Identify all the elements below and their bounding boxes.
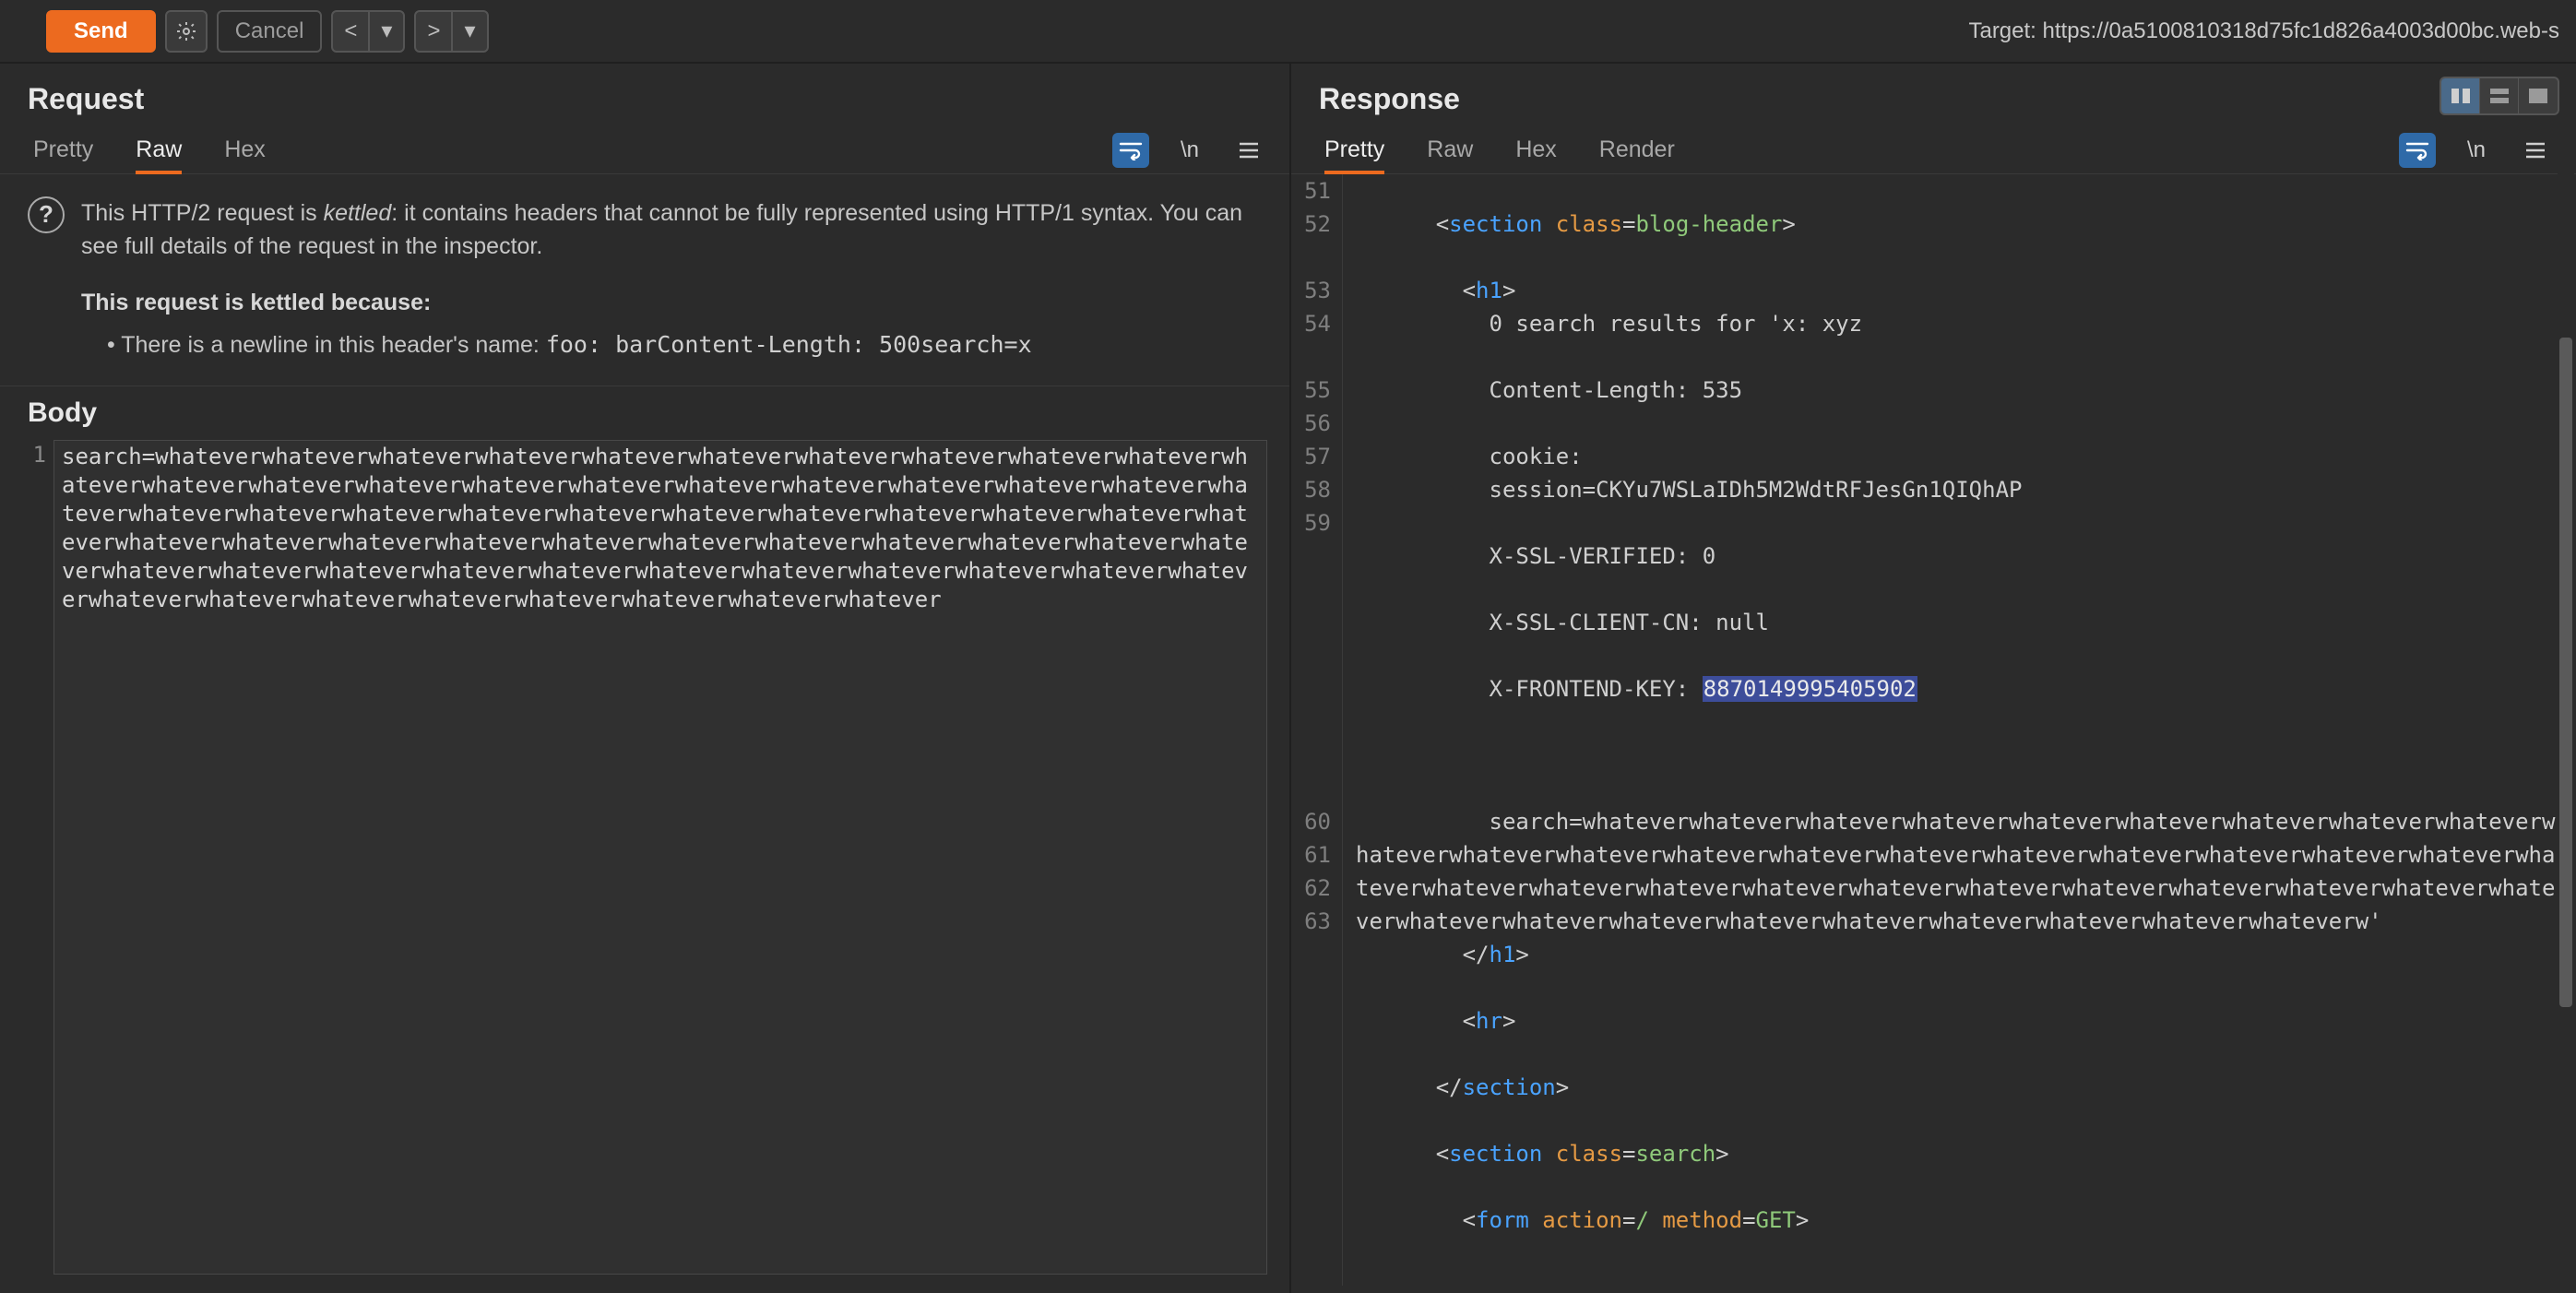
kettled-info-body: This HTTP/2 request is kettled: it conta… bbox=[81, 196, 1262, 362]
tab-raw[interactable]: Raw bbox=[1427, 126, 1473, 173]
layout-single-button[interactable] bbox=[2519, 78, 2558, 113]
caret-down-icon: ▾ bbox=[464, 18, 475, 44]
response-title: Response bbox=[1319, 82, 1460, 116]
wrap-icon bbox=[1119, 140, 1143, 160]
history-prev-button[interactable]: < bbox=[331, 10, 370, 53]
response-scrollbar[interactable] bbox=[2558, 171, 2574, 1286]
history-prev-group: < ▾ bbox=[331, 10, 405, 53]
tab-raw[interactable]: Raw bbox=[136, 126, 182, 173]
tab-pretty[interactable]: Pretty bbox=[33, 126, 93, 173]
target-label: Target: https://0a5100810318d75fc1d826a4… bbox=[1968, 18, 2559, 44]
request-menu-button[interactable] bbox=[1230, 133, 1267, 168]
tab-hex[interactable]: Hex bbox=[224, 126, 265, 173]
layout-rows-button[interactable] bbox=[2480, 78, 2519, 113]
request-pane: Request Pretty Raw Hex \n bbox=[0, 64, 1291, 1293]
gear-icon bbox=[175, 20, 197, 42]
body-editor: 1 search=whateverwhateverwhateverwhateve… bbox=[0, 440, 1289, 1293]
columns-icon bbox=[2451, 88, 2471, 104]
tab-pretty[interactable]: Pretty bbox=[1324, 126, 1384, 173]
layout-switcher bbox=[2439, 77, 2559, 115]
history-next-menu-button[interactable]: ▾ bbox=[451, 10, 488, 53]
app-root: Send Cancel < ▾ > ▾ Target: https://0a51… bbox=[0, 0, 2576, 1293]
body-title: Body bbox=[0, 386, 1289, 440]
settings-button[interactable] bbox=[165, 10, 208, 53]
kettled-info-box: ? This HTTP/2 request is kettled: it con… bbox=[0, 174, 1289, 386]
history-prev-menu-button[interactable]: ▾ bbox=[368, 10, 405, 53]
cancel-button[interactable]: Cancel bbox=[217, 10, 323, 53]
wrap-icon bbox=[2405, 140, 2429, 160]
split-view: Request Pretty Raw Hex \n bbox=[0, 64, 2576, 1293]
send-button[interactable]: Send bbox=[46, 10, 156, 53]
hamburger-icon bbox=[1238, 141, 1260, 160]
newline-toggle-button[interactable]: \n bbox=[2458, 133, 2495, 168]
kettled-reason-header: This request is kettled because: bbox=[81, 286, 1262, 319]
layout-columns-button[interactable] bbox=[2441, 78, 2480, 113]
response-menu-button[interactable] bbox=[2517, 133, 2554, 168]
response-tabbar: Pretty Raw Hex Render \n bbox=[1291, 126, 2576, 174]
single-icon bbox=[2528, 88, 2548, 104]
body-textarea[interactable]: search=whateverwhateverwhateverwhateverw… bbox=[53, 440, 1267, 1275]
response-pane: Response Pretty Raw Hex Render bbox=[1291, 64, 2576, 1293]
scrollbar-thumb[interactable] bbox=[2559, 338, 2572, 1006]
toolbar: Send Cancel < ▾ > ▾ Target: https://0a51… bbox=[0, 0, 2576, 64]
frontend-key-value: 8870149995405902 bbox=[1703, 676, 1917, 702]
chevron-right-icon: > bbox=[427, 18, 440, 44]
response-editor[interactable]: 51 52 53 54 55 56 57 58 59 60 61 62 63 <… bbox=[1291, 174, 2576, 1293]
history-next-group: > ▾ bbox=[414, 10, 488, 53]
body-gutter: 1 bbox=[22, 440, 53, 1275]
request-title: Request bbox=[28, 82, 144, 116]
caret-down-icon: ▾ bbox=[381, 18, 392, 44]
wrap-toggle-button[interactable] bbox=[1112, 133, 1149, 168]
wrap-toggle-button[interactable] bbox=[2399, 133, 2436, 168]
kettled-reason-bullet: • There is a newline in this header's na… bbox=[81, 328, 1262, 362]
response-code[interactable]: <section class=blog-header> <h1> 0 searc… bbox=[1343, 174, 2558, 1286]
chevron-left-icon: < bbox=[344, 18, 357, 44]
history-next-button[interactable]: > bbox=[414, 10, 453, 53]
hamburger-icon bbox=[2524, 141, 2546, 160]
help-icon: ? bbox=[28, 196, 65, 233]
rows-icon bbox=[2489, 88, 2510, 104]
response-gutter: 51 52 53 54 55 56 57 58 59 60 61 62 63 bbox=[1291, 174, 1343, 1286]
request-tabbar: Pretty Raw Hex \n bbox=[0, 126, 1289, 174]
tab-hex[interactable]: Hex bbox=[1515, 126, 1556, 173]
newline-toggle-button[interactable]: \n bbox=[1171, 133, 1208, 168]
tab-render[interactable]: Render bbox=[1599, 126, 1675, 173]
